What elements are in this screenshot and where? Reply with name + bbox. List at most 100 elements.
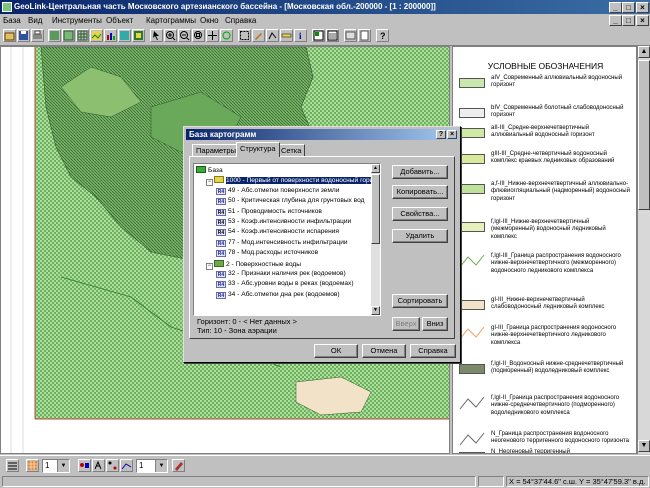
- print-preview-icon[interactable]: [358, 29, 371, 42]
- doc-close-button[interactable]: ×: [636, 15, 649, 26]
- lines-icon[interactable]: [120, 459, 133, 472]
- grid-view-icon[interactable]: [26, 459, 39, 472]
- legend-panel: УСЛОВНЫЕ ОБОЗНАЧЕНИЯ aIV_Современный алл…: [452, 46, 637, 454]
- labels-icon[interactable]: [92, 459, 105, 472]
- export-icon[interactable]: [344, 29, 357, 42]
- tree-node-item[interactable]: База: [196, 166, 223, 175]
- help-button[interactable]: Справка: [410, 344, 456, 358]
- sort-button[interactable]: Сортировать: [392, 294, 448, 308]
- erase-icon[interactable]: [172, 459, 185, 472]
- minimize-button[interactable]: _: [609, 2, 622, 13]
- zoom-out-icon[interactable]: [178, 29, 191, 42]
- open-icon[interactable]: [3, 29, 16, 42]
- points-icon[interactable]: [106, 459, 119, 472]
- tree-leaf-item[interactable]: R4 32 - Признаки наличия рек (водоемов): [216, 270, 346, 279]
- menu-item-cartograms[interactable]: Картограммы: [146, 15, 196, 26]
- move-up-button[interactable]: Вверх: [392, 317, 420, 331]
- overview-icon[interactable]: [326, 29, 339, 42]
- menu-item-object[interactable]: Объект: [106, 15, 133, 26]
- tree-node-item[interactable]: − 2 - Поверхностные воды: [206, 259, 301, 270]
- tree-leaf-item[interactable]: R4 33 - Абс.уровни воды в реках (водоемах…: [216, 280, 354, 289]
- tree-item-label: База: [208, 167, 223, 174]
- tree-scroll-thumb[interactable]: [371, 174, 380, 244]
- tree-leaf-item[interactable]: R4 54 - Коэф.интенсивности испарения: [216, 228, 339, 237]
- menu-item-help[interactable]: Справка: [225, 15, 256, 26]
- close-button[interactable]: ×: [636, 2, 649, 13]
- legend-toggle-icon[interactable]: [312, 29, 325, 42]
- tree-leaf-item[interactable]: R4 77 - Мод.интенсивность инфильтрации: [216, 239, 348, 248]
- menu-item-tools[interactable]: Инструменты: [52, 15, 102, 26]
- table-icon[interactable]: [118, 29, 131, 42]
- tab-structure[interactable]: Структура: [236, 142, 280, 157]
- delete-button[interactable]: Удалить: [392, 229, 448, 243]
- select-icon[interactable]: [238, 29, 251, 42]
- doc-minimize-button[interactable]: _: [609, 15, 622, 26]
- horizon-info: Горизонт: 0 - < Нет данных >: [197, 317, 297, 326]
- properties-button[interactable]: Свойства...: [392, 207, 448, 221]
- node-icon[interactable]: [266, 29, 279, 42]
- copy-button[interactable]: Копировать...: [392, 185, 448, 199]
- tree-scroll-up-icon[interactable]: ▲: [371, 164, 380, 173]
- collapse-icon[interactable]: −: [206, 179, 213, 187]
- tree-leaf-item[interactable]: R4 51 - Проводимость источников: [216, 208, 322, 217]
- dialog-close-icon[interactable]: ×: [447, 130, 457, 139]
- menu-item-window[interactable]: Окно: [200, 15, 219, 26]
- save-icon[interactable]: [17, 29, 30, 42]
- r4b-icon: R4: [216, 219, 226, 226]
- dialog-help-icon[interactable]: ?: [436, 130, 446, 139]
- maximize-button[interactable]: □: [622, 2, 635, 13]
- scroll-thumb[interactable]: [638, 60, 650, 210]
- tree-leaf-item[interactable]: R4 50 - Критическая глубина для грунтовых…: [216, 197, 364, 206]
- layers-icon[interactable]: [6, 459, 19, 472]
- print-icon[interactable]: [31, 29, 44, 42]
- tree-item-label: 51 - Проводимость источников: [228, 207, 322, 215]
- move-down-button[interactable]: Вниз: [422, 317, 448, 331]
- tab-parameters[interactable]: Параметры: [192, 144, 240, 156]
- layer-icon[interactable]: [48, 29, 61, 42]
- layer2-icon[interactable]: [62, 29, 75, 42]
- chevron-down-icon[interactable]: ▼: [155, 460, 167, 472]
- grid-icon[interactable]: [76, 29, 89, 42]
- legend-scrollbar[interactable]: ▲ ▼: [637, 46, 650, 454]
- tab-grid[interactable]: Сетка: [277, 144, 306, 156]
- help-icon[interactable]: ?: [376, 29, 389, 42]
- structure-tree[interactable]: База − 1000 - Первый от поверхности водоно…: [193, 163, 381, 316]
- tree-leaf-item[interactable]: R4 34 - Абс.отметки дна рек (водоемов): [216, 291, 340, 300]
- ruler-icon[interactable]: [280, 29, 293, 42]
- chevron-down-icon[interactable]: ▼: [57, 460, 69, 472]
- refresh-icon[interactable]: [220, 29, 233, 42]
- tree-scrollbar[interactable]: ▲ ▼: [371, 164, 380, 315]
- tree-node-item[interactable]: − 1000 - Первый от поверхности водоносный…: [206, 176, 374, 187]
- menu-item-view[interactable]: Вид: [28, 15, 42, 26]
- map-icon[interactable]: [90, 29, 103, 42]
- zoom-window-icon[interactable]: [192, 29, 205, 42]
- pointer-icon[interactable]: [150, 29, 163, 42]
- tree-leaf-item[interactable]: R4 53 - Коэф.интенсивности инфильтрации: [216, 218, 351, 227]
- legend-label: f,lgI-III_Нижне-верхнечетвертичный (межм…: [491, 219, 606, 240]
- scroll-down-icon[interactable]: ▼: [638, 440, 650, 452]
- zoom-in-icon[interactable]: [164, 29, 177, 42]
- tree-scroll-down-icon[interactable]: ▼: [371, 306, 380, 315]
- legend-label: aII-III_Средне-верхнечетвертичный аллюви…: [491, 125, 595, 139]
- collapse-icon[interactable]: −: [206, 262, 213, 270]
- pan-icon[interactable]: [206, 29, 219, 42]
- tree-leaf-item[interactable]: R4 49 - Абс.отметки поверхности земли: [216, 187, 339, 196]
- chart-icon[interactable]: [104, 29, 117, 42]
- ok-button[interactable]: ОК: [314, 344, 358, 358]
- cartogram-icon[interactable]: [132, 29, 145, 42]
- layer-combo[interactable]: 1 ▼: [136, 459, 168, 473]
- add-button[interactable]: Добавить...: [392, 165, 448, 179]
- cancel-button[interactable]: Отмена: [362, 344, 406, 358]
- cartogram-base-dialog: База картограмм ? × Параметры Структура …: [183, 126, 461, 363]
- legend-label: f,lgI-II_Граница распространения водонос…: [491, 395, 620, 416]
- scroll-up-icon[interactable]: ▲: [638, 46, 650, 58]
- edit-icon[interactable]: [252, 29, 265, 42]
- symbols-icon[interactable]: [78, 459, 91, 472]
- info-icon[interactable]: i: [294, 29, 307, 42]
- tree-leaf-item[interactable]: R4 78 - Мод.расходы источников: [216, 249, 318, 258]
- scale-combo[interactable]: 1 ▼: [42, 459, 70, 473]
- menu-item-base[interactable]: База: [3, 15, 21, 26]
- r4-icon: R4: [216, 239, 226, 247]
- doc-restore-button[interactable]: □: [622, 15, 635, 26]
- base-icon: [196, 166, 206, 173]
